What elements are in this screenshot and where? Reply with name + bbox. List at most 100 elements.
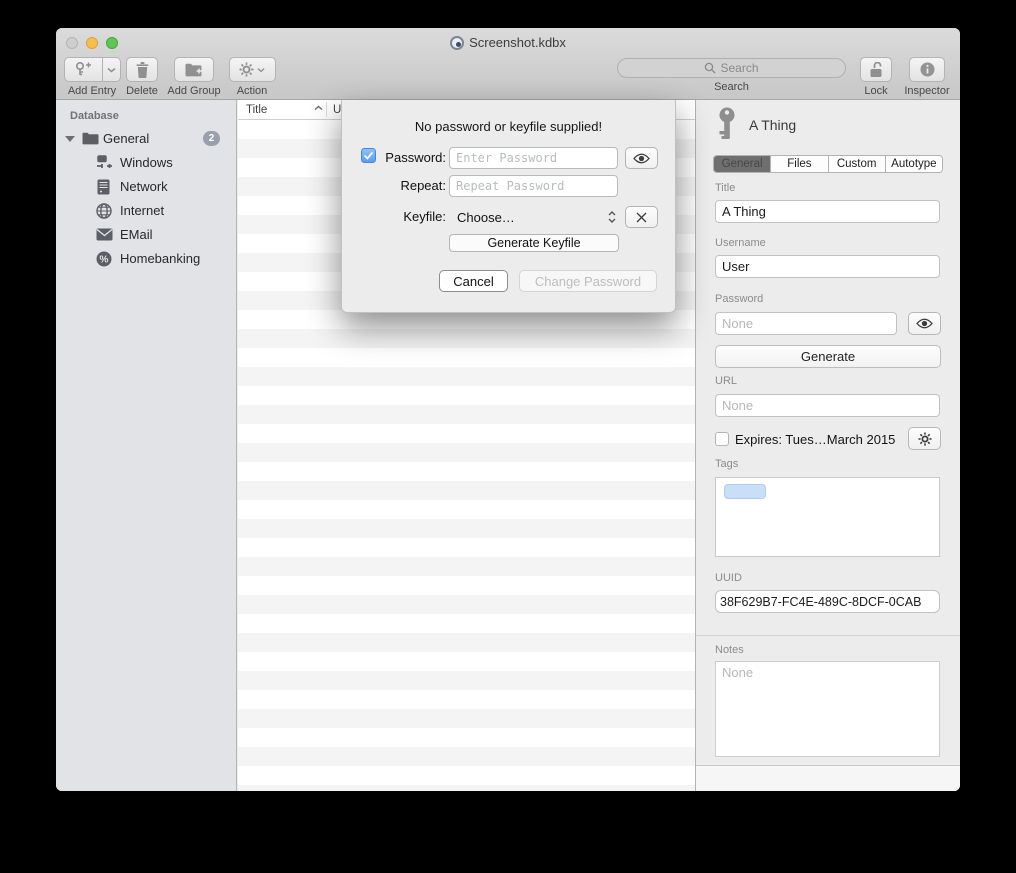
percent-icon: % (96, 251, 112, 267)
dialog-repeat-label: Repeat: (346, 178, 446, 193)
expires-checkbox[interactable] (715, 432, 729, 446)
sidebar-item-homebanking[interactable]: % Homebanking (56, 248, 236, 269)
sidebar-item-label: Windows (120, 155, 173, 170)
trash-icon (136, 62, 149, 78)
sidebar-item-general[interactable]: General 2 (56, 128, 236, 149)
add-entry-button[interactable] (64, 57, 102, 82)
keyfile-popup-value: Choose… (457, 210, 607, 225)
folder-icon (82, 132, 99, 145)
tab-files[interactable]: Files (771, 156, 828, 172)
dialog-password-input[interactable] (449, 147, 618, 169)
action-button[interactable] (229, 57, 276, 82)
action-label: Action (237, 85, 268, 97)
sidebar-item-email[interactable]: EMail (56, 224, 236, 245)
lock-label: Lock (864, 85, 887, 97)
sidebar-item-network[interactable]: Network (56, 176, 236, 197)
close-x-icon (636, 212, 647, 223)
section-divider (696, 635, 960, 636)
delete-label: Delete (126, 85, 158, 97)
search-label: Search (617, 81, 846, 93)
chevron-down-icon (257, 67, 265, 73)
generate-keyfile-button[interactable]: Generate Keyfile (449, 234, 619, 252)
delete-button[interactable] (126, 57, 158, 82)
desktop-background: Screenshot.kdbx (0, 0, 1016, 873)
add-entry-dropdown-button[interactable] (102, 57, 121, 82)
unlock-icon (869, 62, 883, 78)
server-icon (97, 179, 110, 195)
gear-icon (239, 62, 254, 77)
inspector-button[interactable] (909, 57, 945, 82)
eye-icon (916, 318, 933, 329)
envelope-icon (96, 228, 113, 241)
notes-field[interactable] (715, 661, 940, 757)
dialog-keyfile-label: Keyfile: (346, 209, 446, 224)
tab-general[interactable]: General (714, 156, 771, 172)
lock-button[interactable] (860, 57, 892, 82)
add-group-button[interactable] (174, 57, 214, 82)
title-field-label: Title (715, 182, 735, 194)
sidebar-item-label: Internet (120, 203, 164, 218)
app-window: Screenshot.kdbx (56, 28, 960, 791)
uuid-field[interactable] (715, 590, 940, 613)
show-password-button[interactable] (908, 312, 941, 335)
window-title: Screenshot.kdbx (469, 35, 566, 50)
username-field[interactable] (715, 255, 940, 278)
change-password-button[interactable]: Change Password (519, 270, 657, 292)
stepper-icon (607, 210, 617, 224)
sidebar-item-windows[interactable]: Windows (56, 152, 236, 173)
notes-field-label: Notes (715, 644, 744, 656)
add-entry-label: Add Entry (68, 85, 116, 97)
toolbar-item-inspector: Inspector (900, 57, 954, 97)
tags-box[interactable] (715, 477, 940, 557)
gear-icon (918, 432, 932, 446)
expires-settings-button[interactable] (908, 427, 941, 450)
column-divider[interactable] (326, 102, 327, 117)
chevron-down-icon (107, 67, 116, 73)
sidebar-item-internet[interactable]: Internet (56, 200, 236, 221)
sidebar-header: Database (70, 110, 119, 122)
inspector-label: Inspector (904, 85, 949, 97)
dialog-repeat-input[interactable] (449, 175, 618, 197)
disclosure-triangle-icon[interactable] (65, 136, 75, 142)
url-field[interactable] (715, 394, 940, 417)
sidebar-item-label: Homebanking (120, 251, 200, 266)
sidebar-item-label: General (103, 131, 149, 146)
svg-text:%: % (100, 254, 109, 265)
toolbar-item-lock: Lock (859, 57, 893, 97)
uuid-field-label: UUID (715, 572, 742, 584)
toolbar-item-delete: Delete (120, 57, 164, 97)
add-group-label: Add Group (167, 85, 220, 97)
dialog-message: No password or keyfile supplied! (342, 119, 675, 134)
cancel-button[interactable]: Cancel (439, 270, 508, 292)
tab-autotype[interactable]: Autotype (886, 156, 942, 172)
window-chrome: Screenshot.kdbx (56, 28, 960, 100)
sidebar: Database General 2 (56, 100, 237, 791)
clear-keyfile-button[interactable] (625, 206, 658, 228)
generate-password-button[interactable]: Generate (715, 345, 941, 368)
change-password-dialog: No password or keyfile supplied! Passwor… (341, 100, 676, 313)
tab-custom[interactable]: Custom (829, 156, 886, 172)
inspector-footer (696, 765, 960, 791)
info-icon (920, 62, 935, 77)
title-field[interactable] (715, 200, 940, 223)
expires-label: Expires: Tues…March 2015 (735, 432, 895, 447)
url-field-label: URL (715, 375, 737, 387)
inspector-panel: A Thing General Files Custom Autotype Ti… (695, 100, 960, 791)
tags-field-label: Tags (715, 458, 738, 470)
globe-icon (96, 203, 112, 219)
dialog-show-password-button[interactable] (625, 147, 658, 169)
dialog-password-label: Password: (346, 150, 446, 165)
keyfile-popup[interactable]: Choose… (449, 206, 619, 228)
toolbar-item-add-group: Add Group (164, 57, 224, 97)
titlebar: Screenshot.kdbx (56, 35, 960, 50)
key-plus-icon (74, 61, 92, 78)
workgroup-icon (96, 155, 113, 170)
sort-ascending-icon (314, 105, 323, 111)
tag-token[interactable] (724, 484, 766, 499)
column-header-title[interactable]: Title (246, 104, 267, 116)
search-icon (704, 62, 716, 74)
search-input[interactable]: Search (617, 58, 846, 78)
sidebar-item-label: Network (120, 179, 168, 194)
password-field[interactable] (715, 312, 897, 335)
folder-plus-icon (185, 63, 203, 77)
